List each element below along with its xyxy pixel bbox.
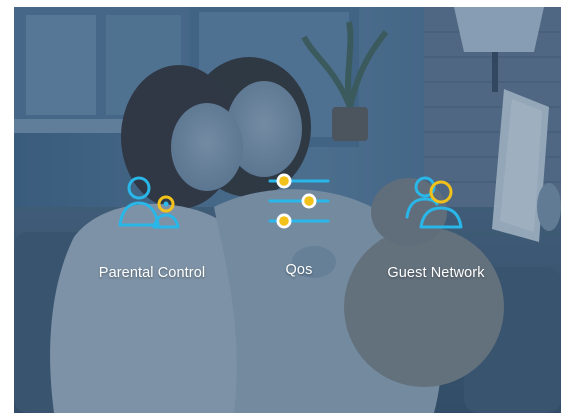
feature-guest-network[interactable]: Guest Network bbox=[366, 175, 506, 281]
qos-label: Qos bbox=[285, 262, 313, 278]
guest-network-icon bbox=[405, 176, 463, 229]
feature-list: Parental Control Qos Guest Network bbox=[14, 7, 561, 413]
parental-control-icon bbox=[118, 176, 180, 229]
feature-qos[interactable]: Qos bbox=[254, 169, 344, 278]
qos-sliders-icon bbox=[268, 173, 330, 229]
feature-parental-control[interactable]: Parental Control bbox=[81, 175, 223, 281]
guest-network-label: Guest Network bbox=[387, 265, 485, 281]
parental-control-label: Parental Control bbox=[98, 265, 206, 281]
